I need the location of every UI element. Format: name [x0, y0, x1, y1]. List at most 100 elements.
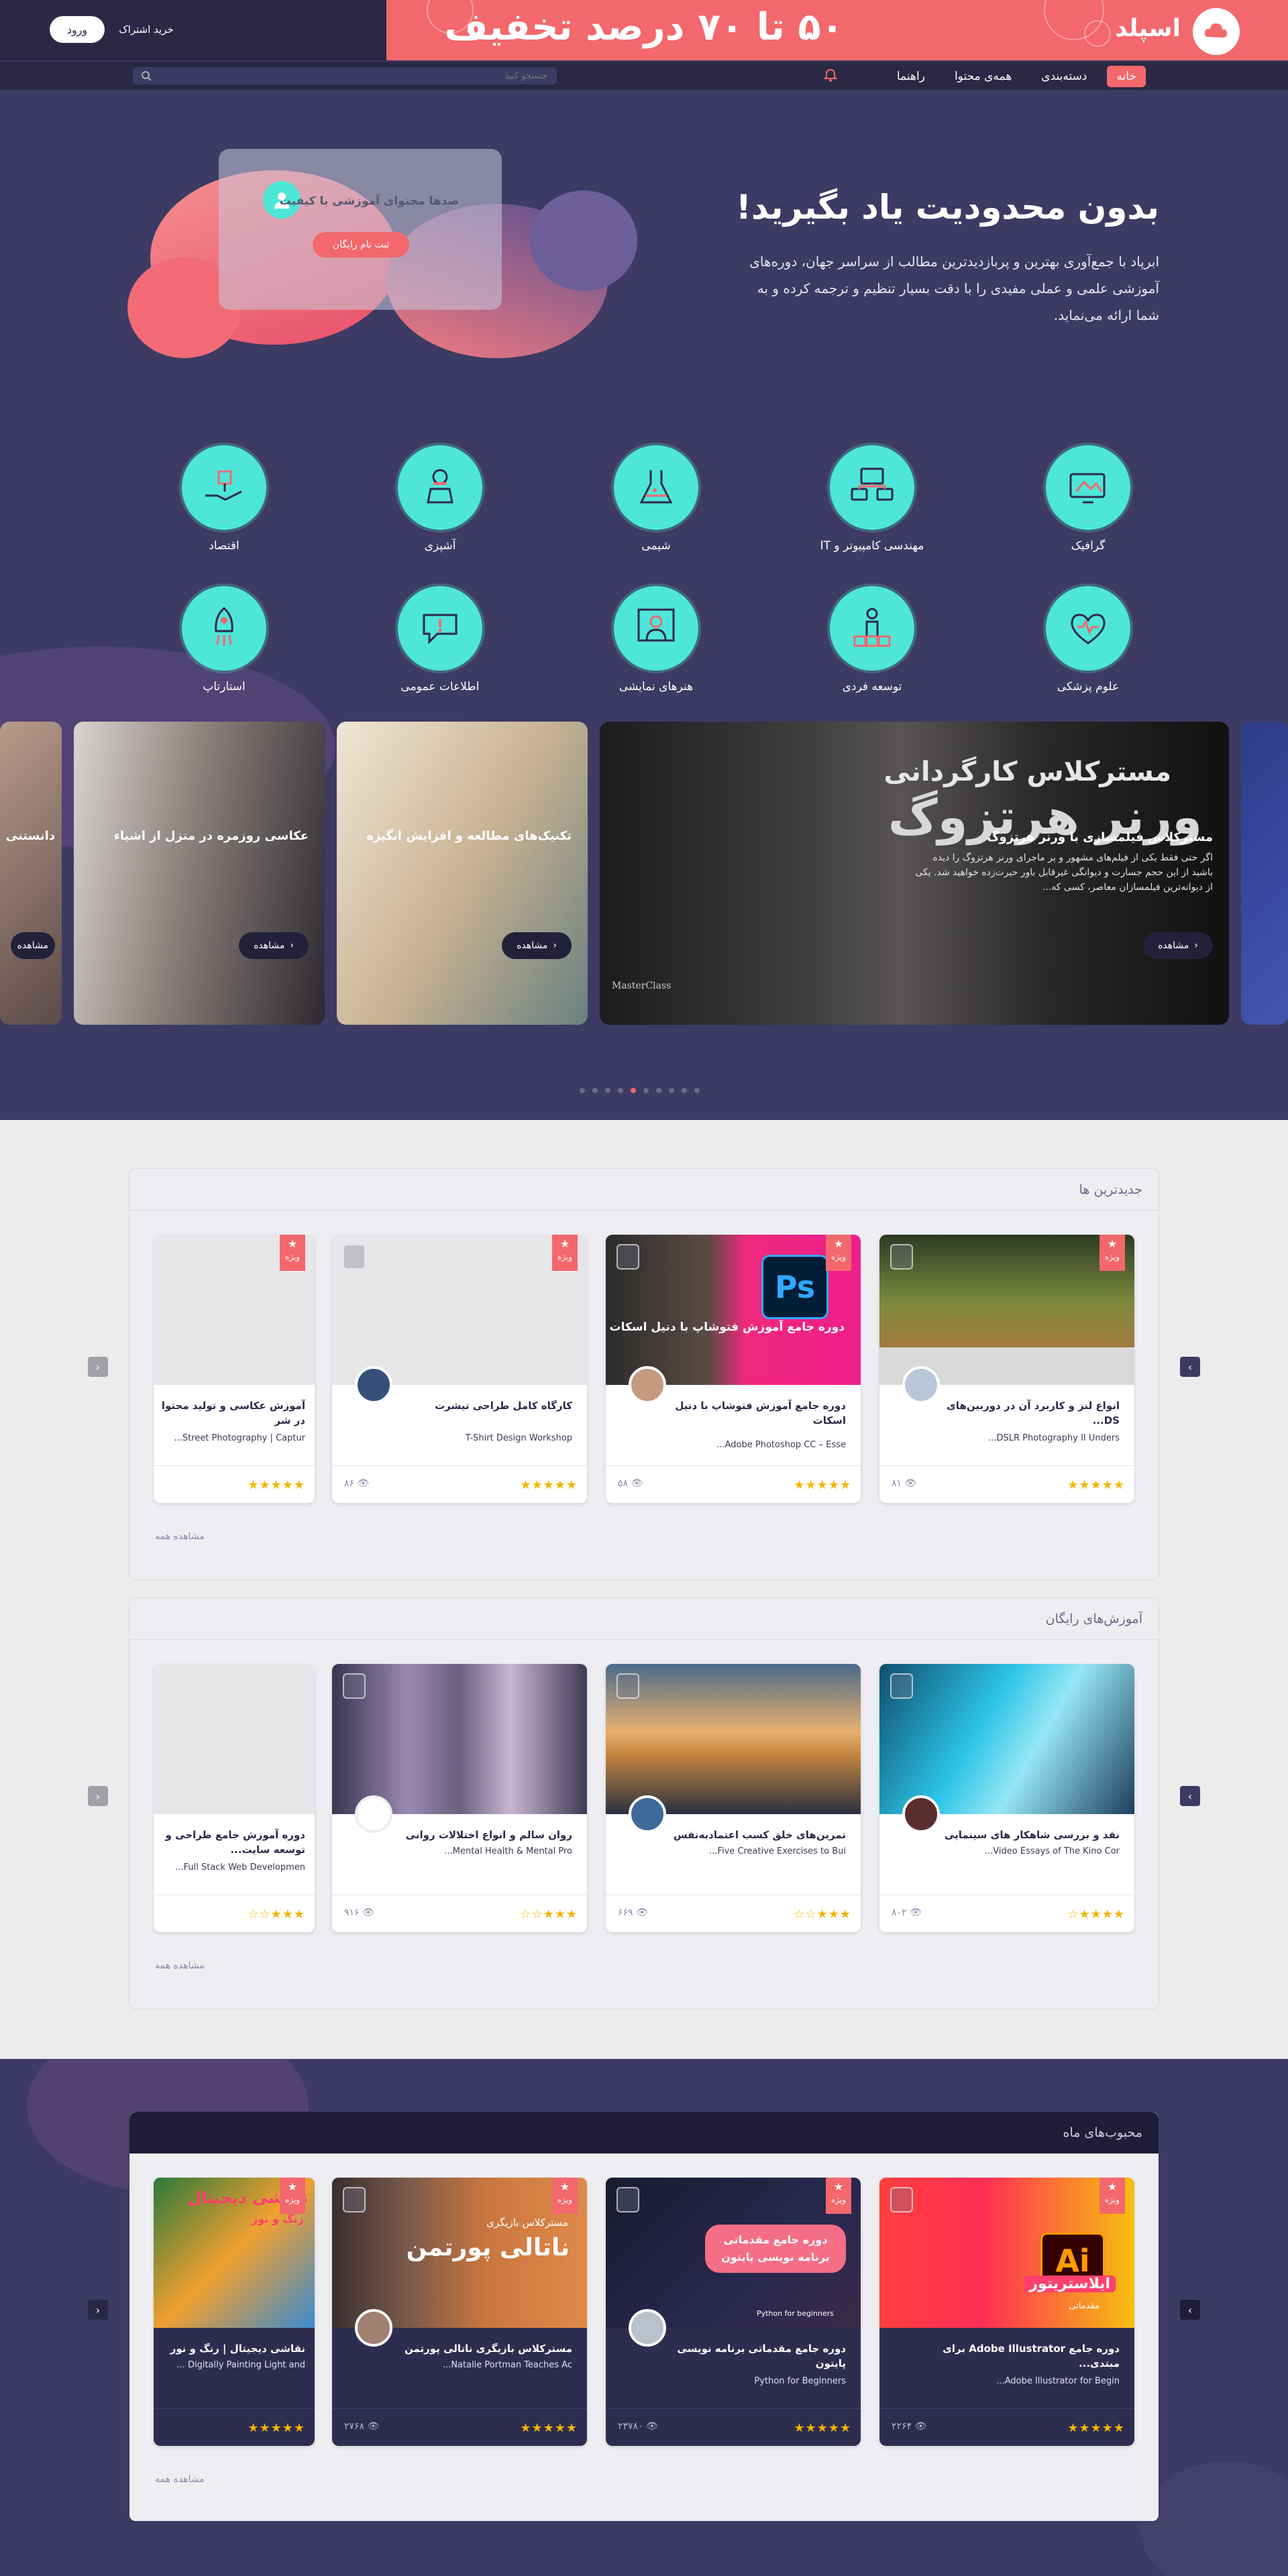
nav-menu: خانه دسته‌بندی همه‌ی محتوا راهنما — [888, 66, 1146, 87]
carousel-dot[interactable] — [592, 1088, 598, 1093]
card-footer: ★★★☆☆ 👁 ۶۶۹ — [606, 1895, 861, 1932]
buy-subscription-button[interactable]: خرید اشتراک — [111, 16, 181, 43]
course-card[interactable]: دوره جامع مقدماتی برنامه نویسی پایتون Py… — [606, 2178, 861, 2446]
view-button[interactable]: ‹ مشاهده — [1143, 932, 1213, 959]
thumbnail-subtext: Python for beginners — [756, 2309, 834, 2318]
category-performing-arts[interactable]: هنرهای نمایشی — [596, 586, 716, 693]
card-footer: ★★★★★ 👁 ۲۲۶۴ — [879, 2408, 1134, 2446]
category-startup[interactable]: استارتاپ — [164, 586, 284, 693]
category-personal-growth[interactable]: توسعه فردی — [812, 586, 932, 693]
view-button[interactable]: مشاهده — [10, 932, 55, 959]
carousel-dot[interactable] — [682, 1088, 687, 1093]
course-subtitle: Video Essays of The Kino Cor... — [984, 1846, 1120, 1856]
course-card[interactable]: دوره آموزش جامع طراحی و توسعه سایت... Fu… — [154, 1664, 315, 1932]
view-button[interactable]: ‹ مشاهده — [502, 932, 572, 959]
slide-title: تکنیک‌های مطالعه و افزایش انگیزه — [366, 829, 572, 843]
carousel-dot[interactable] — [656, 1088, 661, 1093]
carousel-dot[interactable] — [669, 1088, 674, 1093]
course-subtitle: Street Photography | Captur... — [174, 1433, 306, 1443]
category-label: اطلاعات عمومی — [400, 680, 480, 693]
carousel-dot[interactable] — [580, 1088, 585, 1093]
card-footer: ★★★★★ 👁 ۲۳۷۸۰ — [606, 2408, 861, 2446]
course-title: روان سالم و انواع اختلالات روانی — [405, 1829, 572, 1841]
chevron-left-icon: ‹ — [290, 940, 294, 951]
course-subtitle: Python for Beginners — [754, 2376, 846, 2386]
view-button-label: مشاهده — [1158, 940, 1189, 951]
signup-card: صدها محتوای آموزشی با کیفیت ثبت نام رایگ… — [219, 149, 502, 310]
nav-item-home[interactable]: خانه — [1107, 66, 1146, 87]
rating-stars: ★★★★★ — [248, 2421, 305, 2435]
course-title: تمرین‌های خلق کسب اعتماد‌به‌نفس — [673, 1829, 846, 1841]
site-logo[interactable] — [1193, 8, 1240, 55]
category-medical[interactable]: علوم پزشکی — [1028, 586, 1148, 693]
course-card[interactable]: نقد و بررسی شاهکار های سینمایی Video Ess… — [879, 1664, 1134, 1932]
course-subtitle: Mental Health & Mental Pro... — [444, 1846, 572, 1856]
course-card[interactable]: Ps دوره جامع آموزش فتوشاپ با دنیل اسکات … — [606, 1235, 861, 1503]
category-label: استارتاپ — [203, 680, 246, 693]
slide-description: اگر حتی فقط یکی از فیلم‌های مشهور و پر م… — [915, 852, 1213, 893]
category-graphic[interactable]: گرافیک — [1028, 445, 1148, 553]
carousel-slide[interactable]: دانستنی مشاهده — [0, 722, 62, 1025]
login-button[interactable]: ورود — [50, 16, 105, 43]
course-card[interactable]: روان سالم و انواع اختلالات روانی Mental … — [332, 1664, 587, 1932]
carousel-slide[interactable]: تکنیک‌های مطالعه و افزایش انگیزه ‹ مشاهده — [337, 722, 588, 1025]
see-all-link[interactable]: مشاهده همه — [155, 2474, 205, 2485]
card-footer: ★★★★★ 👁 ۵۸ — [606, 1465, 861, 1503]
view-button[interactable]: ‹ مشاهده — [239, 932, 309, 959]
course-card[interactable]: ویژه کارگاه کامل طراحی تیشرت T-Shirt Des… — [332, 1235, 587, 1503]
carousel-dot[interactable] — [605, 1088, 610, 1093]
category-computer[interactable]: مهندسی کامپیوتر و IT — [812, 445, 932, 553]
nav-item-help[interactable]: راهنما — [888, 66, 934, 87]
see-all-link[interactable]: مشاهده همه — [155, 1531, 205, 1542]
course-subtitle: DSLR Photography II Unders... — [988, 1433, 1120, 1443]
performing-arts-icon — [614, 586, 698, 671]
carousel-dot-active[interactable] — [631, 1088, 636, 1093]
course-title: آموزش عکاسی و تولید محتوا در شر — [161, 1400, 305, 1426]
carousel-slide[interactable]: عکاسی روزمره در منزل از اشیاء ‹ مشاهده — [74, 722, 325, 1025]
next-arrow-button[interactable]: › — [1180, 2300, 1200, 2320]
prev-arrow-button[interactable]: ‹ — [88, 1357, 108, 1377]
course-card[interactable]: نقاشی دیجیتال رنگ و نور ویژه نقاشی دیجیت… — [154, 2178, 315, 2446]
featured-slide[interactable]: مسترکلاس کارگردانی ورنر هرتزوگ مسترکلاس … — [600, 722, 1229, 1025]
view-count-value: ۶۶۹ — [618, 1907, 633, 1918]
nav-item-all-content[interactable]: همه‌ی محتوا — [945, 66, 1021, 87]
view-button-label: مشاهده — [254, 940, 285, 951]
card-footer: ★★★★☆ 👁 ۸۰۲ — [879, 1895, 1134, 1932]
category-label: توسعه فردی — [842, 680, 902, 693]
carousel-slide[interactable] — [1241, 722, 1288, 1025]
carousel-dot[interactable] — [618, 1088, 623, 1093]
category-chemistry[interactable]: شیمی — [596, 445, 716, 553]
prev-arrow-button[interactable]: ‹ — [88, 2300, 108, 2320]
course-card[interactable]: مسترکلاس بازیگری ناتالی پورتمن ویژه مستر… — [332, 2178, 587, 2446]
category-cooking[interactable]: آشپزی — [380, 445, 500, 553]
next-arrow-button[interactable]: › — [1180, 1786, 1200, 1806]
carousel-dots — [580, 1088, 700, 1093]
graphic-icon — [1046, 445, 1130, 530]
newest-section: جدیدترین ها ویژه انواع لنز و کاربرد آن د… — [88, 1168, 1200, 1580]
category-economy[interactable]: اقتصاد — [164, 445, 284, 553]
course-card[interactable]: Ai ایلاستریتور مقدماتی ویژه دوره جامع Ad… — [879, 2178, 1134, 2446]
nav-item-categories[interactable]: دسته‌بندی — [1032, 66, 1096, 87]
personal-growth-icon — [830, 586, 914, 671]
rating-stars: ★★★★★ — [520, 1478, 578, 1492]
popular-section: محبوب‌های ماه Ai ایلاستریتور مقدماتی ویژ… — [88, 2111, 1200, 2522]
course-card[interactable]: ویژه آموزش عکاسی و تولید محتوا در شر Str… — [154, 1235, 315, 1503]
logo-text: اسپلد — [1115, 15, 1181, 42]
card-footer: ★★★★★ 👁 ۸۶ — [332, 1465, 587, 1503]
carousel-dot[interactable] — [643, 1088, 649, 1093]
search-input[interactable] — [133, 67, 557, 85]
prev-arrow-button[interactable]: ‹ — [88, 1786, 108, 1806]
cooking-icon — [398, 445, 482, 530]
course-card[interactable]: ویژه انواع لنز و کاربرد آن در دوربین‌های… — [879, 1235, 1134, 1503]
free-signup-button[interactable]: ثبت نام رایگان — [313, 232, 409, 258]
document-icon — [343, 1244, 366, 1270]
bell-icon[interactable] — [822, 67, 839, 83]
category-general-info[interactable]: اطلاعات عمومی — [380, 586, 500, 693]
slide-title: دانستنی — [5, 829, 55, 843]
signup-card-text: صدها محتوای آموزشی با کیفیت — [279, 194, 459, 208]
see-all-link[interactable]: مشاهده همه — [155, 1960, 205, 1971]
category-label: آشپزی — [424, 539, 456, 553]
next-arrow-button[interactable]: › — [1180, 1357, 1200, 1377]
carousel-dot[interactable] — [694, 1088, 700, 1093]
course-card[interactable]: تمرین‌های خلق کسب اعتماد‌به‌نفس Five Cre… — [606, 1664, 861, 1932]
